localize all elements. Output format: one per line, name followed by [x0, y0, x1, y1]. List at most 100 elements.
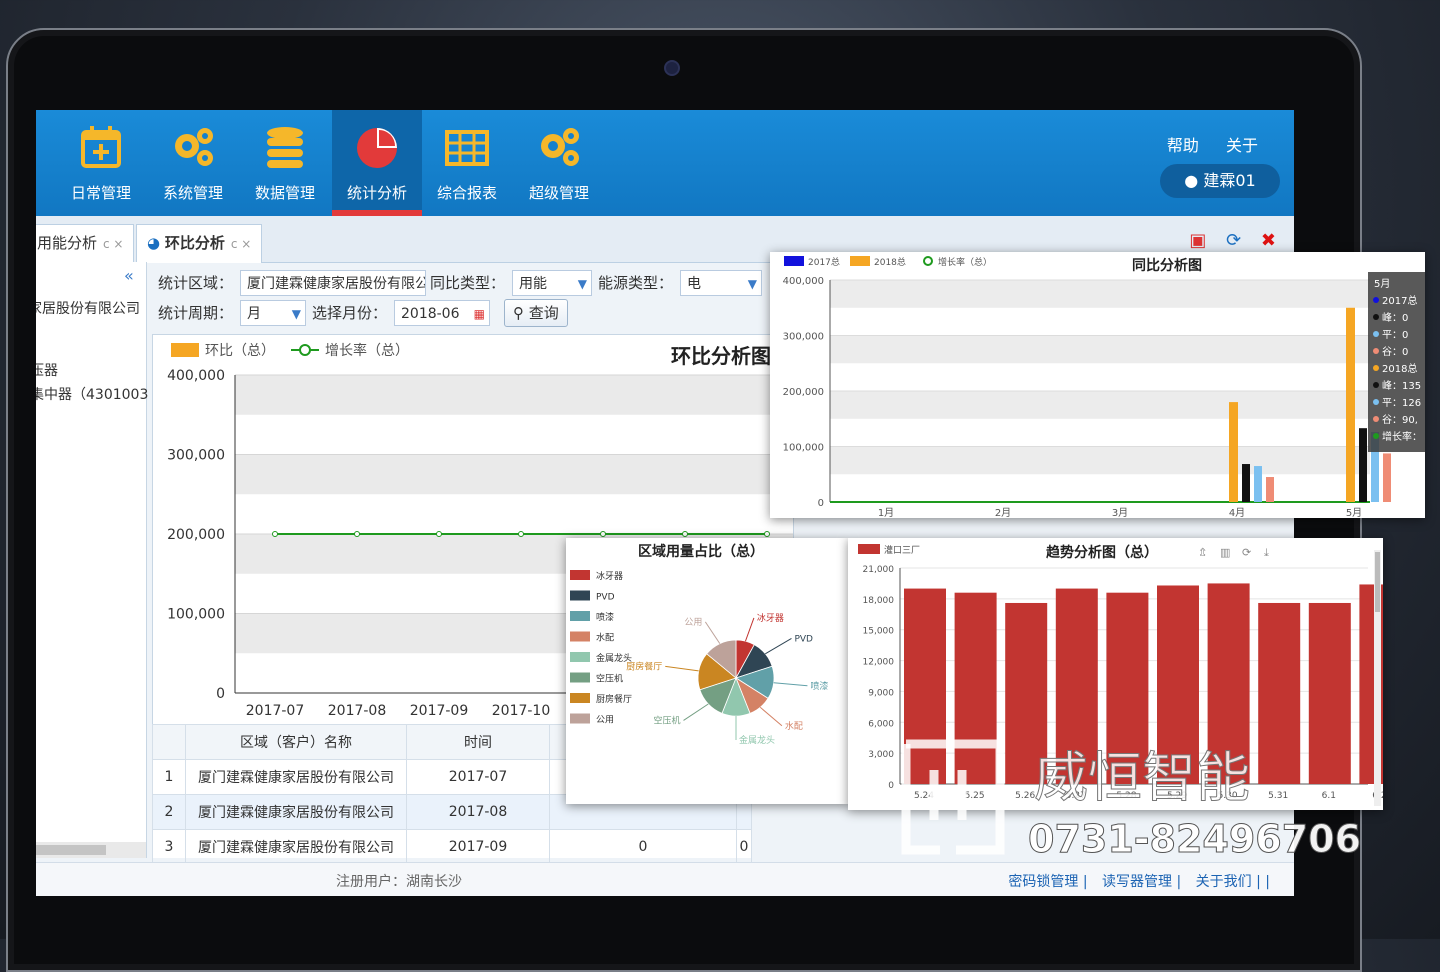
tree-node[interactable]: 压器	[36, 360, 58, 380]
password-lock-link[interactable]: 密码锁管理	[1008, 874, 1078, 890]
nav-item-super[interactable]: 超级管理	[514, 110, 604, 216]
column-header[interactable]: 区域（客户）名称	[185, 724, 407, 760]
tooltip-text: 谷：0	[1382, 346, 1408, 358]
nav-item-reports[interactable]: 综合报表	[422, 110, 512, 216]
nav-item-data[interactable]: 数据管理	[240, 110, 330, 216]
y-tick-label: 9,000	[868, 688, 894, 698]
pie-label-line	[759, 706, 783, 727]
chart-title: 趋势分析图（总）	[1046, 544, 1158, 561]
close-icon[interactable]: c ×	[103, 237, 123, 251]
user-name: 建霖01	[1203, 171, 1256, 190]
period-value: 月	[247, 306, 261, 322]
row-number: 3	[152, 829, 186, 865]
period-select[interactable]: 月 ▼	[240, 300, 306, 326]
reader-link[interactable]: 读写器管理	[1102, 874, 1172, 890]
brand-phone: 0731-82496706	[1028, 817, 1361, 861]
bar-toggle-icon[interactable]: ▥	[1220, 546, 1230, 559]
refresh-icon[interactable]: ⟳	[1242, 546, 1251, 559]
x-tick-label: 2017-09	[410, 703, 469, 719]
legend-swatch	[570, 590, 590, 601]
value-cell: 0	[549, 829, 737, 865]
region-name-cell: 厦门建霖健康家居股份有限公司	[185, 794, 407, 830]
y-tick-label: 200,000	[783, 387, 824, 398]
legend-label: 增长率（总）	[938, 256, 992, 268]
period-label: 统计周期：	[158, 304, 234, 322]
tab-label: 用能分析	[37, 234, 98, 252]
tooltip-dot	[1373, 314, 1379, 320]
x-tick-label: 2017-07	[246, 703, 305, 719]
legend-label: 灌口三厂	[884, 544, 920, 556]
pie-label-line	[704, 621, 721, 644]
download-icon[interactable]: ⤓	[1264, 546, 1269, 559]
month-input[interactable]: 2018-06 ▦	[394, 300, 490, 326]
energy-type-value: 电	[687, 276, 701, 292]
column-header[interactable]: 时间	[406, 724, 550, 760]
brand-logo-icon	[901, 739, 1005, 855]
area-select[interactable]: 厦门建霖健康家居股份有限公	[240, 270, 426, 296]
user-button[interactable]: ● 建霖01	[1160, 164, 1280, 198]
pie-chart: 区域用量占比（总）冰牙器PVD喷漆水配金属龙头空压机厨房餐厅公用冰牙器PVD喷漆…	[570, 543, 828, 746]
nav-item-statistics[interactable]: 统计分析	[332, 110, 422, 216]
row-number: 1	[152, 759, 186, 795]
line-point	[354, 531, 360, 537]
pie-label: 冰牙器	[757, 612, 784, 624]
calendar-icon[interactable]: ▦	[474, 301, 485, 325]
chart-title: 区域用量占比（总）	[638, 543, 764, 560]
legend-swatch	[858, 544, 880, 554]
query-button[interactable]: ⚲ 查询	[504, 299, 568, 327]
grid-band	[235, 375, 793, 415]
energy-type-select[interactable]: 电 ▼	[680, 270, 762, 296]
legend-marker	[923, 256, 933, 266]
line-point	[764, 531, 770, 537]
line-toggle-icon[interactable]: ⇬	[1198, 546, 1207, 559]
value-cell: 0	[736, 829, 752, 865]
tooltip-text: 峰：135	[1382, 380, 1421, 392]
grid-band	[235, 454, 793, 495]
tab-mom-analysis[interactable]: ◕ 环比分析 c ×	[136, 224, 263, 263]
collapse-icon[interactable]: «	[124, 266, 134, 285]
chevron-down-icon: ▼	[577, 277, 587, 291]
tree-node[interactable]: 家居股份有限公司	[36, 298, 140, 318]
nav-item-system[interactable]: 系统管理	[148, 110, 238, 216]
grid-band	[830, 391, 1370, 419]
query-label: 查询	[528, 304, 559, 322]
pie-label: 公用	[684, 617, 702, 628]
tab-energy-analysis[interactable]: 用能分析 c ×	[36, 224, 135, 263]
x-tick-label: 4月	[1229, 507, 1245, 518]
close-icon[interactable]: c ×	[231, 237, 251, 251]
help-link[interactable]: 帮助	[1167, 136, 1199, 155]
table-row[interactable]: 3 厦门建霖健康家居股份有限公司 2017-09 0 0	[152, 829, 752, 865]
refresh-icon[interactable]: ⟳	[1226, 230, 1241, 251]
month-value: 2018-06	[401, 306, 460, 322]
pie-label: PVD	[794, 634, 813, 644]
about-link[interactable]: 关于	[1226, 136, 1258, 155]
compare-type-select[interactable]: 用能 ▼	[512, 270, 592, 296]
x-tick-label: 2017-08	[328, 703, 387, 719]
top-navigation: 日常管理 系统管理 数据管理 统计分析 综合报表 超级管理 帮助 关于 ● 建霖…	[36, 110, 1294, 216]
legend-label: 环比（总）	[205, 343, 275, 359]
y-tick-label: 200,000	[167, 527, 225, 543]
time-cell: 2017-09	[406, 829, 550, 865]
nav-label: 数据管理	[254, 184, 315, 202]
legend-marker	[299, 344, 311, 356]
pie-label: 空压机	[653, 714, 680, 726]
bar-valley	[1383, 453, 1391, 502]
tooltip-dot	[1373, 399, 1379, 405]
close-all-icon[interactable]: ✖	[1261, 230, 1276, 251]
y-tick-label: 12,000	[863, 658, 895, 668]
scrollbar-thumb	[1375, 552, 1380, 612]
tree-node[interactable]: 集中器（4301003	[36, 384, 148, 404]
registered-user: 注册用户：湖南长沙	[336, 874, 462, 890]
tooltip-dot	[1373, 382, 1379, 388]
horizontal-scrollbar[interactable]	[36, 842, 146, 858]
legend-swatch	[784, 256, 804, 266]
scrollbar-thumb[interactable]	[36, 845, 106, 855]
nav-label: 超级管理	[528, 184, 589, 202]
tooltip-dot	[1373, 433, 1379, 439]
nav-item-daily[interactable]: 日常管理	[56, 110, 146, 216]
gears-icon	[541, 128, 579, 166]
calendar-plus-icon	[81, 126, 121, 168]
about-us-link[interactable]: 关于我们	[1196, 874, 1252, 890]
fullscreen-icon[interactable]: ▣	[1189, 230, 1206, 251]
y-tick-label: 100,000	[783, 443, 824, 454]
